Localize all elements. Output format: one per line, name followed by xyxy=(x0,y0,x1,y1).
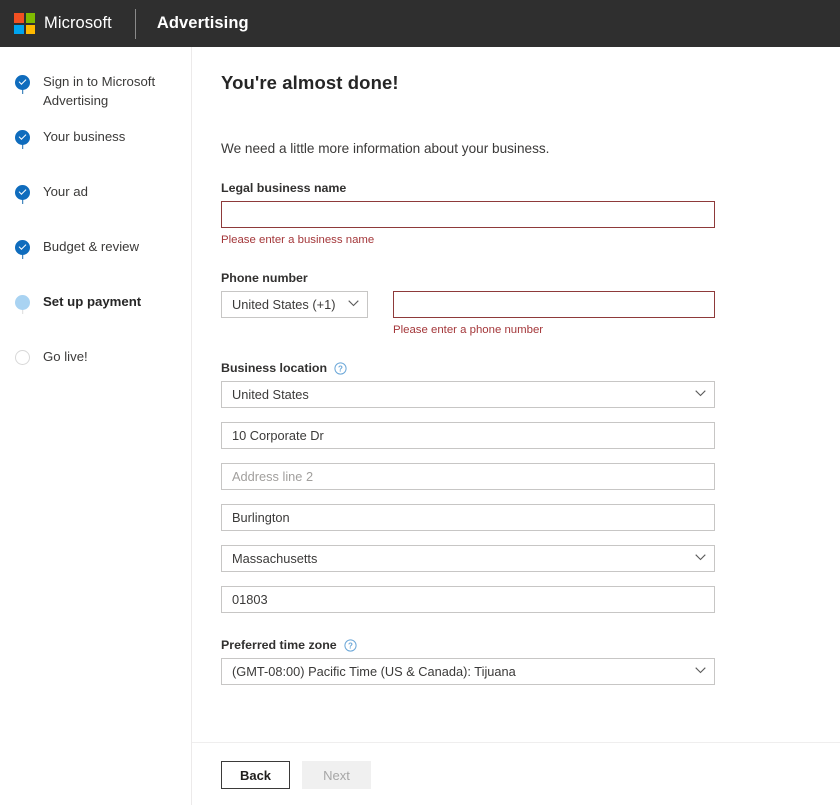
help-circle-icon[interactable]: ? xyxy=(344,638,357,652)
label-text: Phone number xyxy=(221,271,308,285)
step-go-live[interactable]: Go live! xyxy=(14,348,191,372)
check-circle-icon xyxy=(15,185,30,200)
main-content: You're almost done! We need a little mor… xyxy=(192,47,840,805)
next-button[interactable]: Next xyxy=(302,761,371,789)
phone-number-input[interactable] xyxy=(393,291,715,318)
check-circle-icon xyxy=(15,130,30,145)
empty-circle-icon xyxy=(15,350,30,365)
phone-country-code-value: United States (+1) xyxy=(221,291,368,318)
phone-number-label: Phone number xyxy=(221,271,840,285)
address-line-1-input[interactable] xyxy=(221,422,715,449)
step-marker-col xyxy=(14,128,31,149)
legal-business-name-error: Please enter a business name xyxy=(221,234,375,246)
step-marker-col xyxy=(14,348,31,365)
current-step-dot-icon xyxy=(15,295,30,310)
step-label: Go live! xyxy=(43,349,88,364)
phone-country-code-select[interactable]: United States (+1) xyxy=(221,291,368,318)
step-label: Your business xyxy=(43,129,126,144)
city-input[interactable] xyxy=(221,504,715,531)
step-label: Set up payment xyxy=(43,294,142,309)
step-label: Sign in to Microsoft Advertising xyxy=(43,74,156,108)
step-your-ad[interactable]: Your ad xyxy=(14,183,191,238)
legal-business-name-input[interactable] xyxy=(221,201,715,228)
step-budget-review[interactable]: Budget & review xyxy=(14,238,191,293)
product-brand-name: Advertising xyxy=(156,14,249,32)
phone-number-error: Please enter a phone number xyxy=(393,324,544,336)
country-value: United States xyxy=(221,381,715,408)
phone-number-row: United States (+1) Please enter a phone … xyxy=(221,291,840,336)
label-text: Business location xyxy=(221,361,328,375)
sidebar-stepper: Sign in to Microsoft Advertising Your bu… xyxy=(0,47,192,805)
step-sign-in[interactable]: Sign in to Microsoft Advertising xyxy=(14,73,191,128)
business-location-label: Business location ? xyxy=(221,361,840,375)
header-divider xyxy=(134,8,136,39)
step-your-business[interactable]: Your business xyxy=(14,128,191,183)
page-title: You're almost done! xyxy=(221,72,399,93)
label-text: Legal business name xyxy=(221,181,347,195)
footer-divider xyxy=(192,742,840,743)
microsoft-wordmark: Microsoft xyxy=(44,14,112,32)
step-label: Your ad xyxy=(43,184,88,199)
app-header: Microsoft Advertising xyxy=(0,0,840,47)
country-select[interactable]: United States xyxy=(221,381,715,408)
legal-business-name-label: Legal business name xyxy=(221,181,840,195)
time-zone-select[interactable]: (GMT-08:00) Pacific Time (US & Canada): … xyxy=(221,658,715,685)
wizard-footer: Back Next xyxy=(221,761,371,789)
business-location-fields: United States Massachusetts xyxy=(221,381,840,613)
check-circle-icon xyxy=(15,240,30,255)
address-line-2-input[interactable] xyxy=(221,463,715,490)
postal-code-input[interactable] xyxy=(221,586,715,613)
time-zone-value: (GMT-08:00) Pacific Time (US & Canada): … xyxy=(221,658,715,685)
svg-text:?: ? xyxy=(338,364,343,373)
page-shell: Sign in to Microsoft Advertising Your bu… xyxy=(0,47,840,805)
step-marker-col xyxy=(14,73,31,94)
step-marker-col xyxy=(14,183,31,204)
step-marker-col xyxy=(14,293,31,314)
back-button[interactable]: Back xyxy=(221,761,290,789)
step-list: Sign in to Microsoft Advertising Your bu… xyxy=(0,73,191,372)
state-select[interactable]: Massachusetts xyxy=(221,545,715,572)
help-circle-icon[interactable]: ? xyxy=(334,361,347,375)
microsoft-logo-icon xyxy=(14,13,35,34)
check-circle-icon xyxy=(15,75,30,90)
page-intro-text: We need a little more information about … xyxy=(221,141,550,156)
phone-number-input-col: Please enter a phone number xyxy=(393,291,715,336)
preferred-time-zone-label: Preferred time zone ? xyxy=(221,638,840,652)
state-value: Massachusetts xyxy=(221,545,715,572)
label-text: Preferred time zone xyxy=(221,638,337,652)
step-set-up-payment[interactable]: Set up payment xyxy=(14,293,191,348)
step-marker-col xyxy=(14,238,31,259)
step-label: Budget & review xyxy=(43,239,140,254)
svg-text:?: ? xyxy=(348,641,353,650)
